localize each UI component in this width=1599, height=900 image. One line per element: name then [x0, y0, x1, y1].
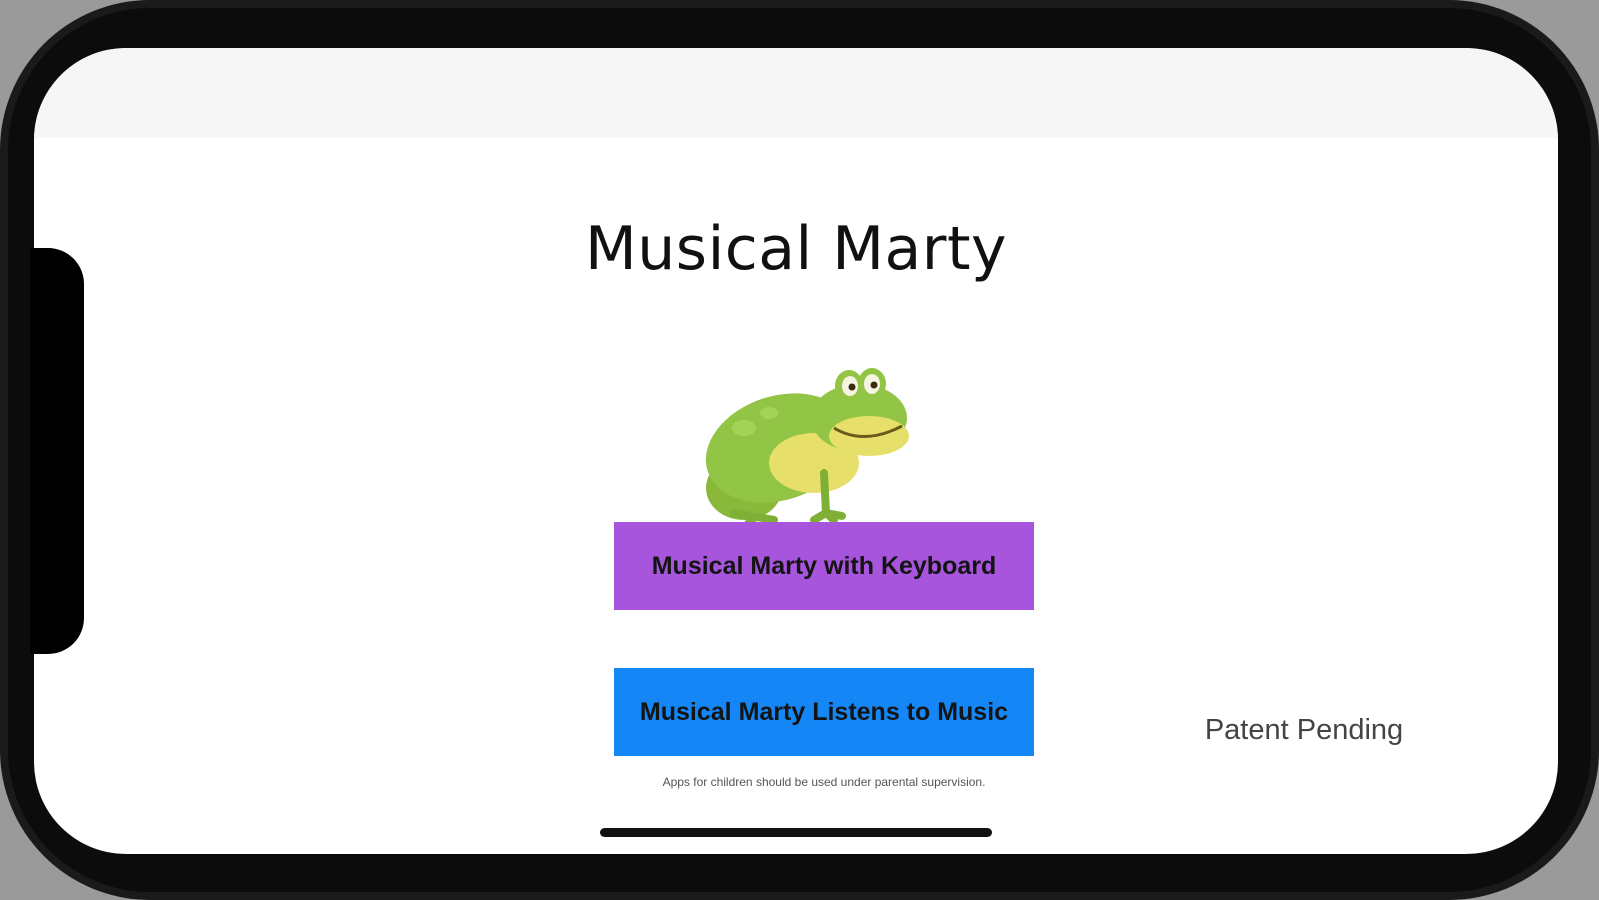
app-title: Musical Marty — [585, 214, 1007, 284]
listens-to-music-button[interactable]: Musical Marty Listens to Music — [614, 668, 1034, 756]
patent-pending-label: Patent Pending — [1204, 714, 1404, 746]
keyboard-mode-button[interactable]: Musical Marty with Keyboard — [614, 522, 1034, 610]
home-indicator[interactable] — [600, 828, 992, 837]
frog-icon — [705, 368, 909, 528]
phone-notch — [30, 248, 84, 654]
phone-frame: Musical Marty Musical Marty with Keyboar… — [0, 0, 1599, 900]
status-bar — [34, 48, 1558, 138]
app-screen: Musical Marty Musical Marty with Keyboar… — [34, 48, 1558, 854]
parental-disclaimer: Apps for children should be used under p… — [662, 775, 986, 789]
